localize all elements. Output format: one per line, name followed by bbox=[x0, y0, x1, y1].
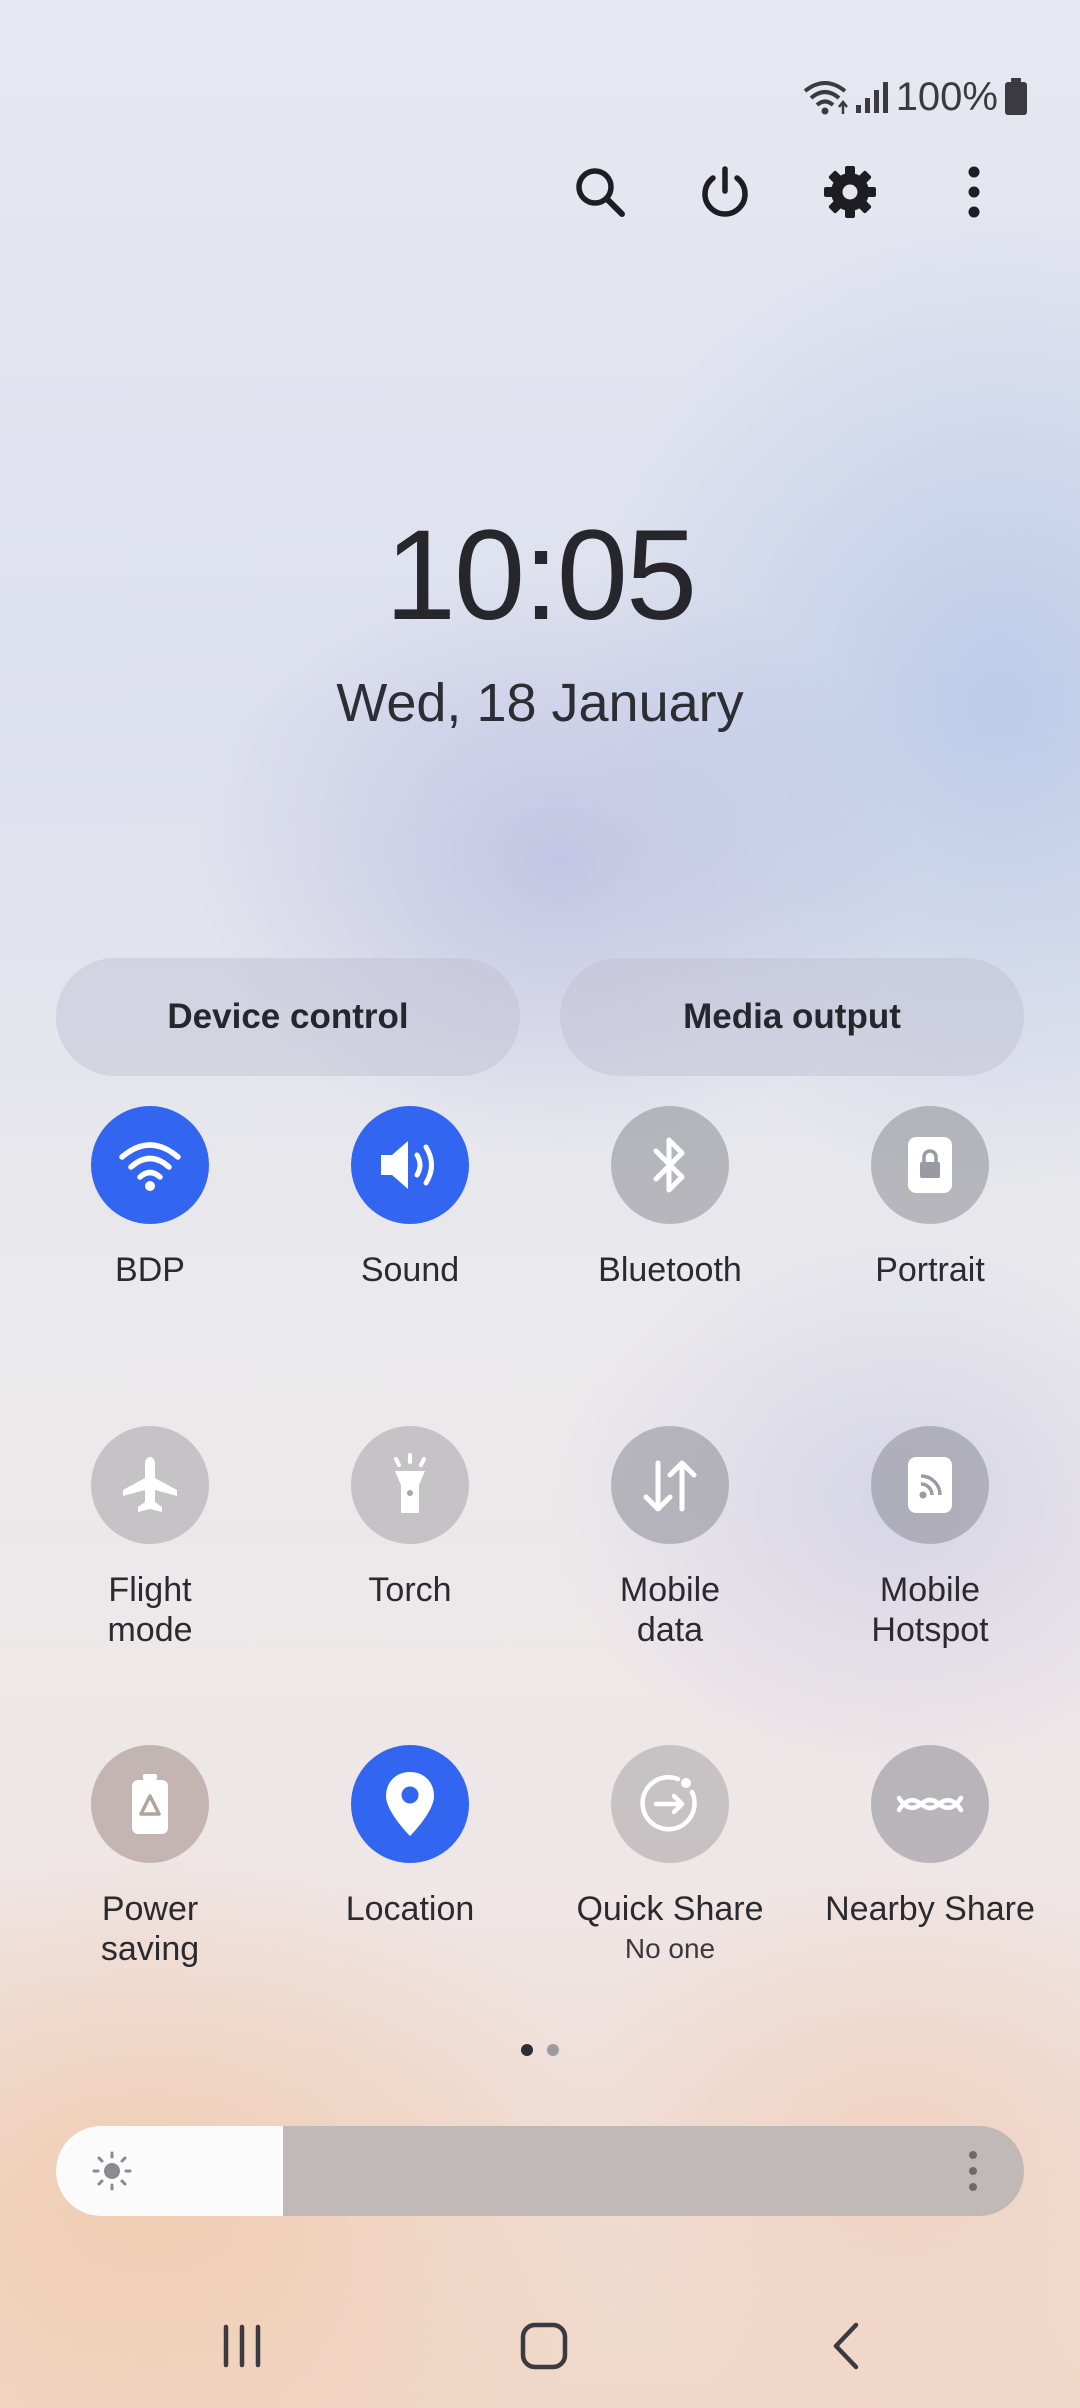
tile-label: Mobile data bbox=[619, 1571, 721, 1649]
more-icon[interactable] bbox=[942, 160, 1006, 224]
device-control-button[interactable]: Device control bbox=[56, 958, 520, 1076]
tile-sublabel: No one bbox=[624, 1933, 716, 1964]
sun-icon bbox=[92, 2151, 132, 2196]
nearby-share-icon[interactable] bbox=[871, 1745, 989, 1863]
tile-label: Power saving bbox=[100, 1890, 200, 1968]
home-icon[interactable] bbox=[504, 2318, 584, 2374]
navigation-bar bbox=[0, 2300, 1080, 2390]
tile-label: Bluetooth bbox=[598, 1251, 742, 1289]
tile-portrait[interactable]: Portrait bbox=[800, 1106, 1060, 1290]
clock-time: 10:05 bbox=[384, 504, 697, 647]
hotspot-icon[interactable] bbox=[871, 1426, 989, 1544]
brightness-fill bbox=[56, 2126, 284, 2216]
page-indicator bbox=[0, 2044, 1080, 2056]
sound-icon[interactable] bbox=[351, 1106, 469, 1224]
tile-flight-mode[interactable]: Flight mode bbox=[20, 1426, 280, 1650]
torch-icon[interactable] bbox=[351, 1426, 469, 1544]
tile-sound[interactable]: Sound bbox=[280, 1106, 540, 1290]
tile-label: Torch bbox=[368, 1571, 452, 1609]
tile-label: Nearby Share bbox=[825, 1890, 1035, 1928]
tile-mobile-hotspot[interactable]: Mobile Hotspot bbox=[800, 1426, 1060, 1650]
location-icon[interactable] bbox=[351, 1745, 469, 1863]
wifi-icon[interactable] bbox=[91, 1106, 209, 1224]
media-output-button[interactable]: Media output bbox=[560, 958, 1024, 1076]
tile-torch[interactable]: Torch bbox=[280, 1426, 540, 1610]
tile-power-saving[interactable]: Power saving bbox=[20, 1745, 280, 1969]
tile-bluetooth[interactable]: Bluetooth bbox=[540, 1106, 800, 1290]
tile-label: BDP bbox=[115, 1251, 185, 1289]
recents-icon[interactable] bbox=[202, 2318, 282, 2374]
signal-icon bbox=[854, 79, 890, 115]
brightness-slider[interactable] bbox=[56, 2126, 1024, 2216]
quick-share-icon[interactable] bbox=[611, 1745, 729, 1863]
tile-location[interactable]: Location bbox=[280, 1745, 540, 1929]
brightness-more-icon[interactable] bbox=[968, 2150, 978, 2197]
power-saving-icon[interactable] bbox=[91, 1745, 209, 1863]
quick-panel-actions bbox=[0, 160, 1080, 230]
clock-date: Wed, 18 January bbox=[336, 673, 744, 733]
page-dot bbox=[547, 2044, 559, 2056]
tile-label: Flight mode bbox=[107, 1571, 193, 1649]
gear-icon[interactable] bbox=[818, 160, 882, 224]
battery-percent: 100% bbox=[895, 74, 998, 119]
portrait-lock-icon[interactable] bbox=[871, 1106, 989, 1224]
tile-label: Sound bbox=[360, 1251, 460, 1289]
battery-icon bbox=[1004, 78, 1028, 116]
status-bar: 100% bbox=[802, 72, 1028, 122]
power-icon[interactable] bbox=[693, 160, 757, 224]
tile-mobile-data[interactable]: Mobile data bbox=[540, 1426, 800, 1650]
tile-nearby-share[interactable]: Nearby Share bbox=[800, 1745, 1060, 1929]
bluetooth-icon[interactable] bbox=[611, 1106, 729, 1224]
mobile-data-icon[interactable] bbox=[611, 1426, 729, 1544]
tile-wifi[interactable]: BDP bbox=[20, 1106, 280, 1290]
tile-label: Quick Share bbox=[576, 1890, 764, 1928]
tile-label: Location bbox=[345, 1890, 475, 1928]
wifi-icon bbox=[802, 77, 848, 117]
tile-quick-share[interactable]: Quick Share No one bbox=[540, 1745, 800, 1965]
tile-label: Portrait bbox=[875, 1251, 985, 1289]
tile-label: Mobile Hotspot bbox=[871, 1571, 989, 1649]
search-icon[interactable] bbox=[568, 160, 632, 224]
page-dot-active bbox=[521, 2044, 533, 2056]
back-icon[interactable] bbox=[806, 2318, 886, 2374]
airplane-icon[interactable] bbox=[91, 1426, 209, 1544]
